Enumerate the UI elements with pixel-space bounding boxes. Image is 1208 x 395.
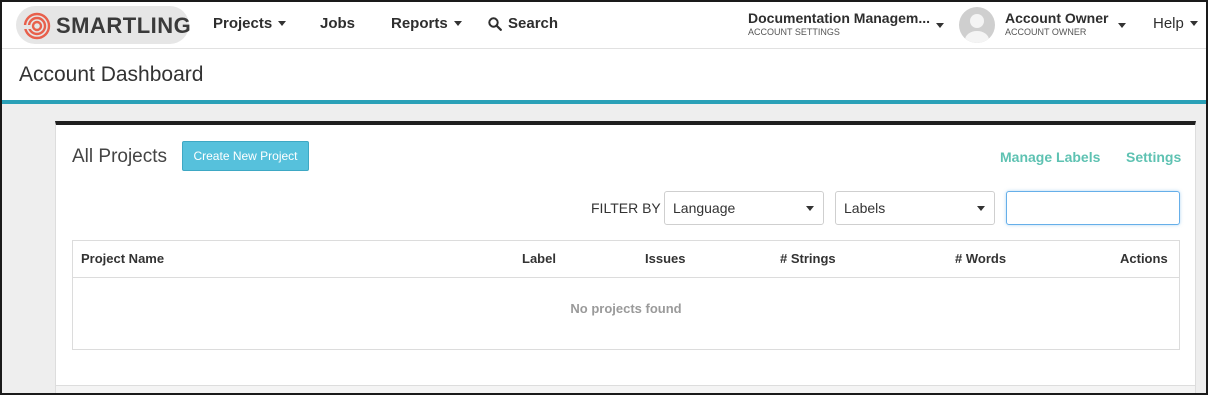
nav-reports-label: Reports (391, 15, 448, 32)
create-project-button[interactable]: Create New Project (182, 141, 309, 171)
chevron-down-icon (278, 21, 287, 26)
project-search-input[interactable] (1006, 191, 1180, 225)
settings-link[interactable]: Settings (1126, 149, 1181, 165)
brand-logo[interactable]: SMARTLING (16, 6, 192, 44)
column-issues[interactable]: Issues (645, 251, 685, 266)
chevron-down-icon (453, 21, 462, 26)
projects-panel: All Projects Create New Project Manage L… (55, 121, 1196, 393)
chevron-down-icon (806, 206, 814, 211)
user-role: ACCOUNT OWNER (1005, 27, 1087, 37)
column-label[interactable]: Label (522, 251, 556, 266)
user-menu[interactable]: Account Owner ACCOUNT OWNER (1005, 10, 1108, 37)
fingerprint-icon (22, 12, 51, 40)
empty-state-message: No projects found (570, 301, 682, 316)
nav-projects-label: Projects (213, 15, 273, 32)
filter-label: FILTER BY (591, 200, 661, 216)
projects-table: Project Name Label Issues # Strings # Wo… (72, 240, 1180, 350)
column-words[interactable]: # Words (955, 251, 1006, 266)
chevron-down-icon[interactable] (1118, 23, 1126, 28)
table-header: Project Name Label Issues # Strings # Wo… (73, 241, 1179, 278)
nav-search[interactable]: Search (488, 15, 558, 32)
top-navigation: SMARTLING Projects Jobs Reports Search D… (2, 2, 1206, 49)
nav-reports[interactable]: Reports (391, 15, 462, 32)
panel-footer (56, 385, 1195, 393)
chevron-down-icon (1189, 21, 1198, 26)
chevron-down-icon[interactable] (936, 23, 944, 28)
page-title: Account Dashboard (19, 63, 204, 86)
chevron-down-icon (977, 206, 985, 211)
labels-select-value: Labels (844, 200, 886, 216)
nav-projects[interactable]: Projects (213, 15, 287, 32)
labels-select[interactable]: Labels (835, 191, 995, 225)
manage-labels-link[interactable]: Manage Labels (1000, 149, 1100, 165)
account-settings-label: ACCOUNT SETTINGS (748, 27, 840, 37)
nav-jobs[interactable]: Jobs (320, 15, 355, 32)
nav-search-label: Search (508, 15, 559, 32)
page-header: Account Dashboard (2, 50, 1206, 101)
column-actions: Actions (1120, 251, 1168, 266)
brand-name: SMARTLING (56, 13, 192, 38)
nav-help-label: Help (1153, 15, 1184, 32)
avatar[interactable] (959, 7, 995, 43)
nav-help[interactable]: Help (1153, 15, 1198, 32)
nav-jobs-label: Jobs (320, 15, 356, 32)
user-icon (965, 14, 989, 43)
column-strings[interactable]: # Strings (780, 251, 836, 266)
account-name: Documentation Managem... (748, 10, 931, 26)
language-select-value: Language (673, 200, 736, 216)
column-project-name[interactable]: Project Name (81, 251, 164, 266)
app-window: SMARTLING Projects Jobs Reports Search D… (0, 0, 1208, 395)
search-icon (488, 16, 502, 31)
panel-title: All Projects (72, 146, 168, 167)
user-name: Account Owner (1005, 10, 1109, 26)
language-select[interactable]: Language (664, 191, 824, 225)
account-switcher[interactable]: Documentation Managem... ACCOUNT SETTING… (748, 10, 930, 37)
